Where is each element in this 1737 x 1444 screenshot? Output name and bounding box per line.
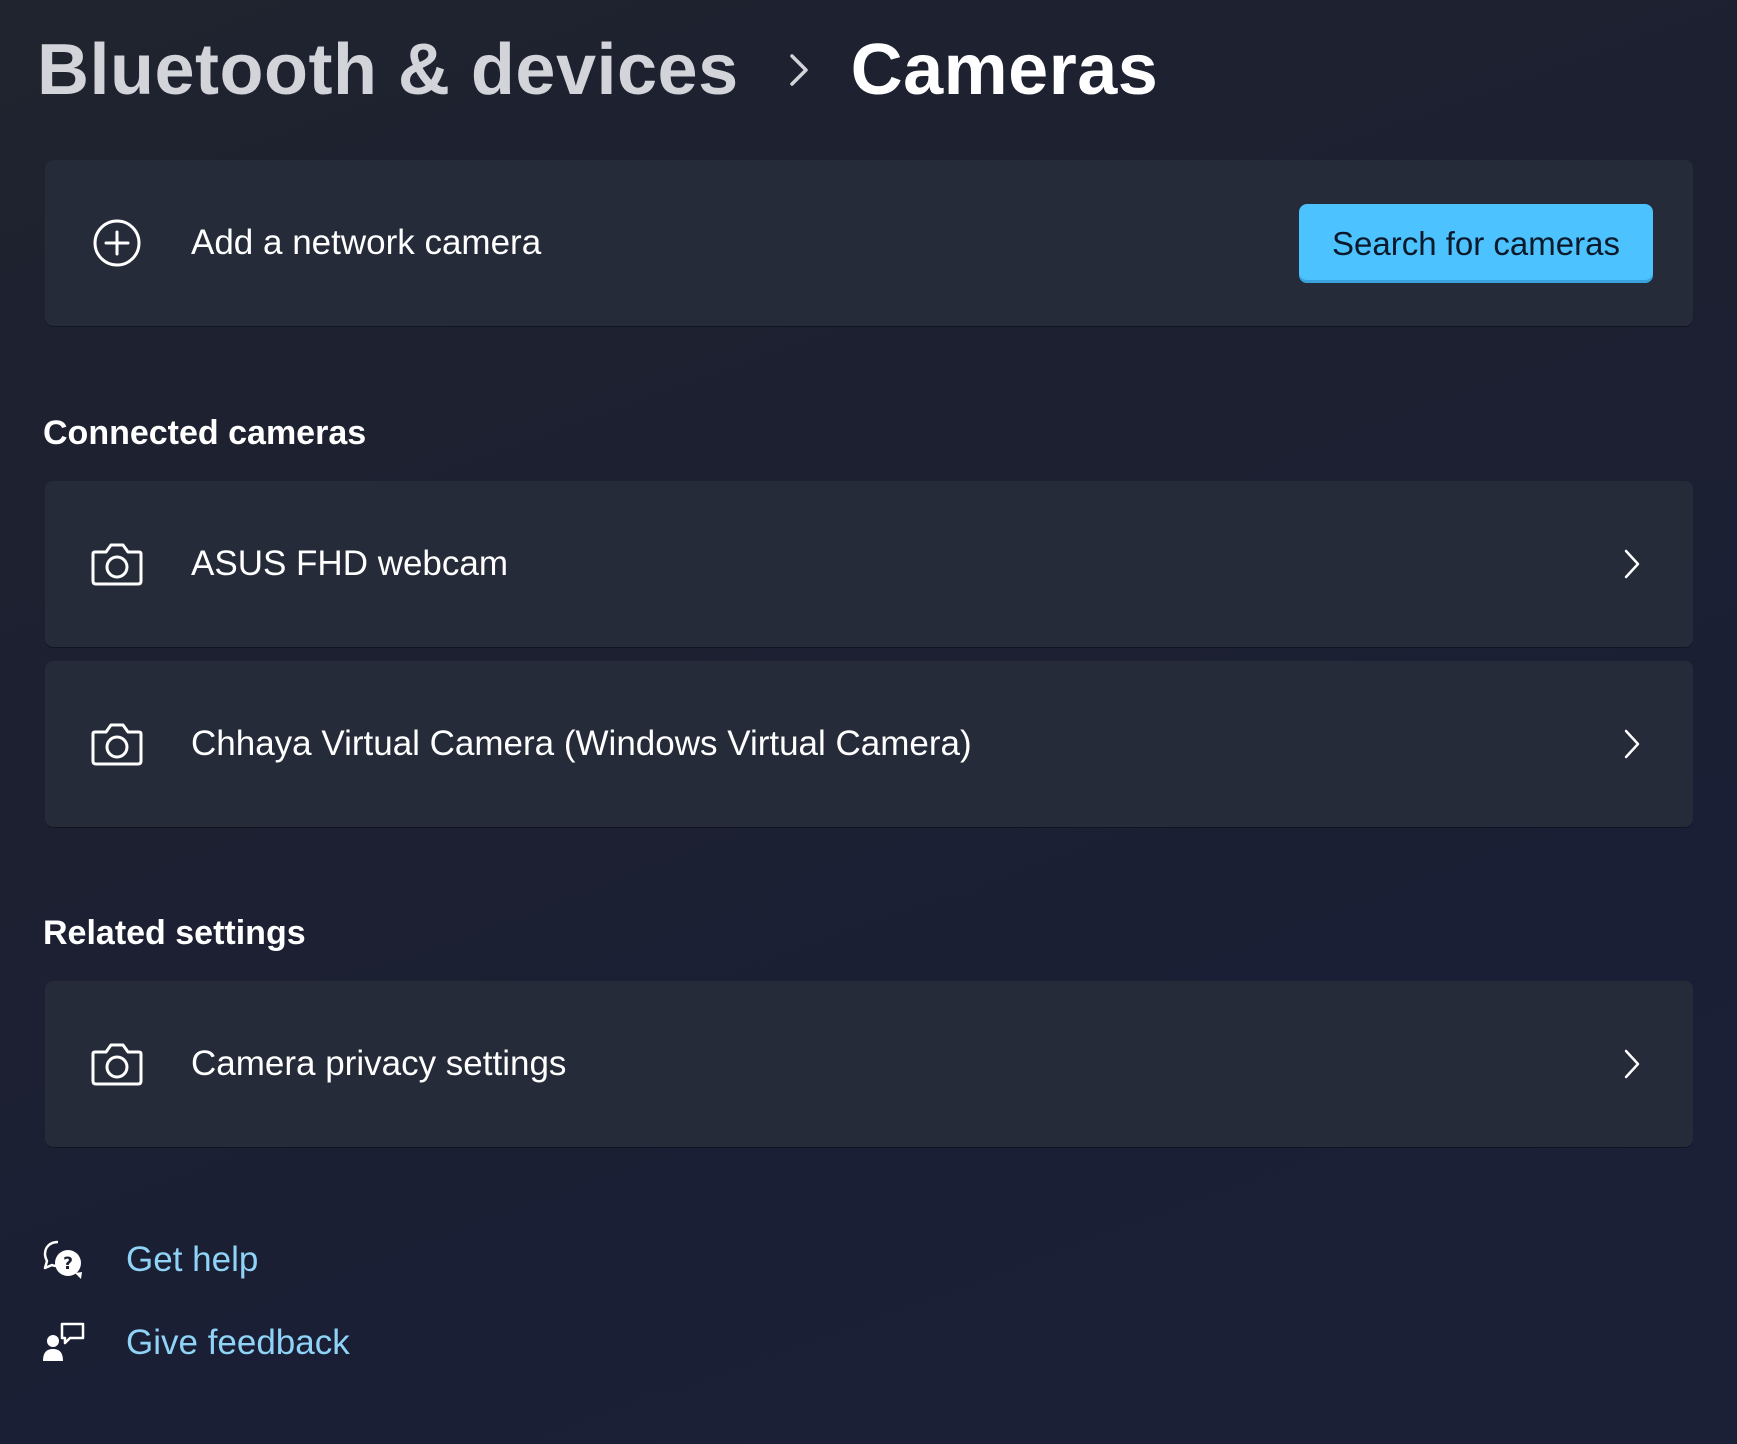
camera-privacy-settings-label: Camera privacy settings [191, 1044, 567, 1083]
camera-icon [89, 1036, 145, 1092]
breadcrumb-parent-link[interactable]: Bluetooth & devices [37, 29, 739, 111]
chevron-right-icon [1617, 724, 1647, 764]
svg-text:?: ? [63, 1254, 73, 1274]
chevron-right-icon [783, 50, 815, 90]
give-feedback-link[interactable]: Give feedback [42, 1319, 350, 1367]
get-help-link[interactable]: ? Get help [42, 1236, 258, 1284]
chevron-right-icon [1617, 1044, 1647, 1084]
give-feedback-label: Give feedback [126, 1323, 350, 1362]
help-chat-icon: ? [42, 1238, 86, 1282]
page-title: Cameras [850, 30, 1159, 110]
camera-icon [89, 536, 145, 592]
feedback-icon [42, 1321, 86, 1365]
chevron-right-icon [1617, 544, 1647, 584]
search-for-cameras-button[interactable]: Search for cameras [1299, 204, 1653, 283]
add-network-camera-label: Add a network camera [191, 223, 542, 262]
camera-icon [89, 716, 145, 772]
camera-item-chhaya-virtual-camera[interactable]: Chhaya Virtual Camera (Windows Virtual C… [45, 661, 1693, 827]
get-help-label: Get help [126, 1240, 259, 1279]
connected-cameras-heading: Connected cameras [43, 414, 367, 452]
add-circle-icon [89, 215, 145, 271]
breadcrumb: Bluetooth & devices Cameras [37, 20, 1158, 120]
camera-item-label: Chhaya Virtual Camera (Windows Virtual C… [191, 724, 972, 763]
add-network-camera-card: Add a network camera Search for cameras [45, 160, 1693, 326]
related-settings-heading: Related settings [43, 914, 306, 952]
camera-privacy-settings-item[interactable]: Camera privacy settings [45, 981, 1693, 1147]
camera-item-asus-fhd-webcam[interactable]: ASUS FHD webcam [45, 481, 1693, 647]
camera-item-label: ASUS FHD webcam [191, 544, 509, 583]
